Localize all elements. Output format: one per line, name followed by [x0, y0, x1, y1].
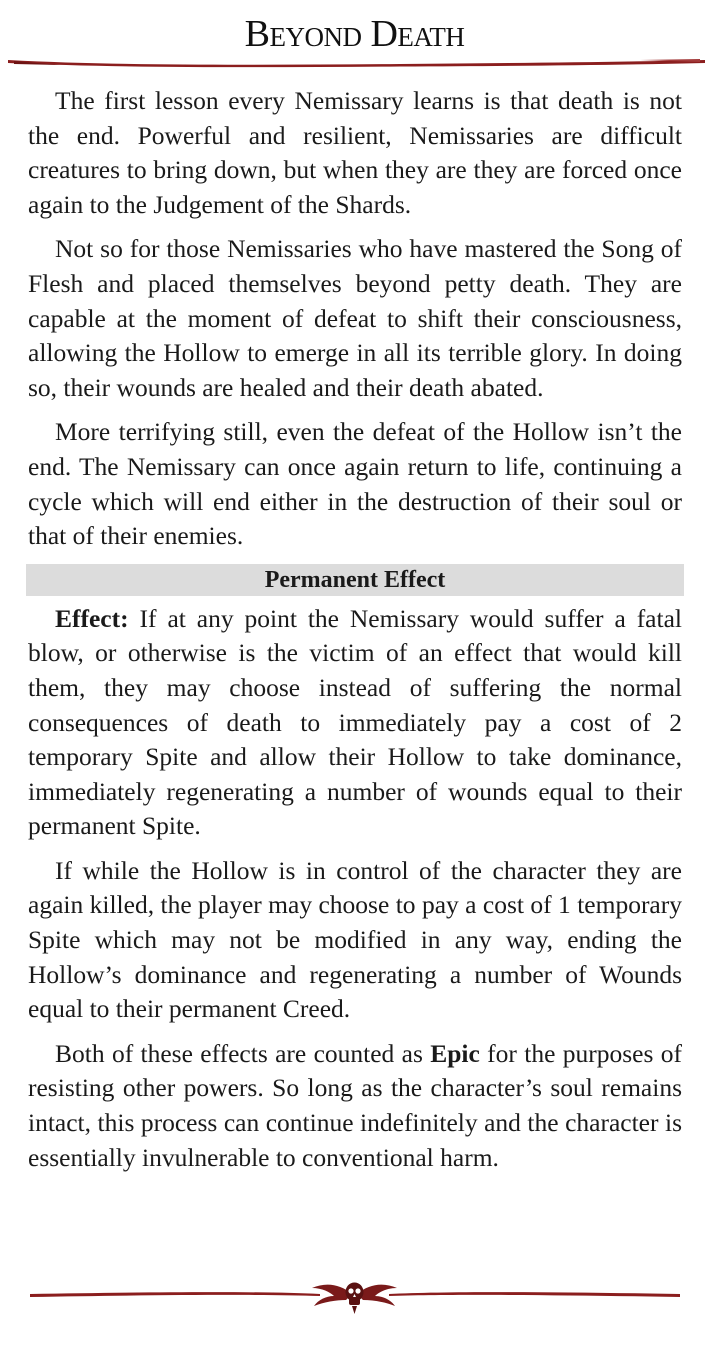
main-content: The first lesson every Nemissary learns …: [26, 84, 684, 1185]
footer-rule-right: [389, 1292, 680, 1297]
section-header-permanent-effect: Permanent Effect: [26, 563, 684, 596]
epic-paragraph: Both of these effects are counted as Epi…: [28, 1037, 682, 1175]
effect-label: Effect:: [55, 603, 129, 633]
epic-text-before: Both of these effects are counted as: [55, 1038, 431, 1068]
footer-rule-left: [30, 1292, 320, 1297]
title-underline-rule: [8, 59, 705, 68]
epic-keyword: Epic: [430, 1038, 480, 1068]
hollow-paragraph: If while the Hollow is in control of the…: [28, 855, 682, 1024]
footer-ornament: [30, 1282, 680, 1314]
intro-paragraph-3: More terrifying still, even the defeat o…: [28, 417, 682, 551]
effect-text: If at any point the Nemissary would suff…: [28, 603, 682, 841]
document-page: Beyond Death The first lesson every Nemi…: [0, 0, 709, 1345]
intro-paragraph-1: The first lesson every Nemissary learns …: [28, 86, 682, 219]
effect-paragraph: Effect: If at any point the Nemissary wo…: [28, 602, 682, 844]
winged-skull-icon: [312, 1282, 397, 1314]
page-title: Beyond Death: [244, 13, 465, 55]
intro-paragraph-2: Not so for those Nemissaries who have ma…: [28, 234, 682, 402]
